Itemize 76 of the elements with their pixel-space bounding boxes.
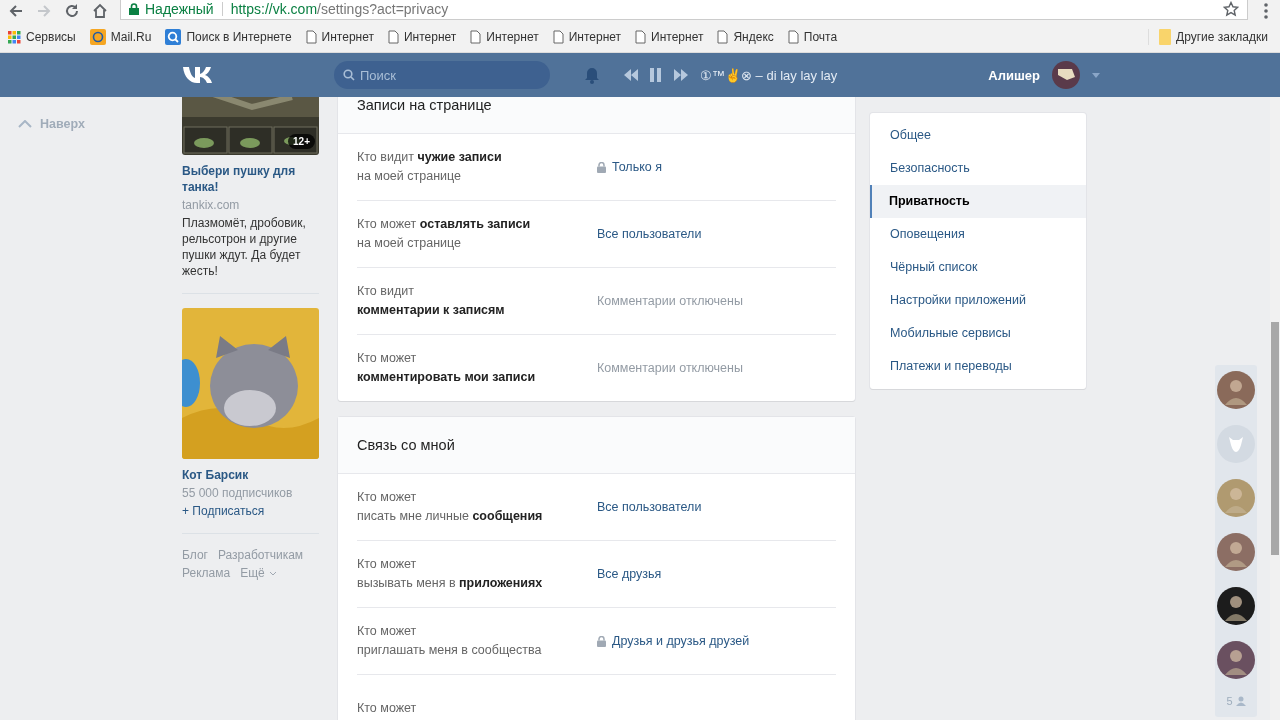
- lock-icon: [129, 2, 139, 15]
- search-field[interactable]: Поиск: [334, 61, 550, 89]
- subscribe-link[interactable]: + Подписаться: [182, 503, 319, 519]
- back-icon[interactable]: [8, 3, 24, 19]
- logo-icon[interactable]: [182, 65, 214, 85]
- bookmark[interactable]: Mail.Ru: [89, 29, 152, 45]
- bookmark[interactable]: Поиск в Интернете: [165, 29, 292, 45]
- menu-item[interactable]: Чёрный список: [870, 251, 1086, 284]
- scrollbar[interactable]: [1270, 97, 1280, 720]
- menu-item[interactable]: Общее: [870, 119, 1086, 152]
- setting-label: Кто может комментировать мои записи: [357, 350, 537, 386]
- page-icon: [305, 30, 317, 44]
- setting-value: Комментарии отключены: [597, 294, 743, 308]
- setting-label: Кто может вызывать меня в приложениях: [357, 556, 544, 592]
- bookmark[interactable]: Интернет: [305, 30, 374, 44]
- chevron-up-icon: [18, 120, 32, 128]
- person-icon: [1235, 696, 1246, 706]
- reload-icon[interactable]: [64, 3, 80, 19]
- caret-icon[interactable]: [1092, 72, 1100, 78]
- secure-label: Надежный: [145, 0, 214, 17]
- setting-label: Кто видит комментарии к записям: [357, 283, 506, 319]
- pause-icon[interactable]: [650, 68, 662, 82]
- bookmark[interactable]: Интернет: [470, 30, 539, 44]
- caret-icon: [268, 570, 277, 576]
- menu-item[interactable]: Безопасность: [870, 152, 1086, 185]
- bookmark[interactable]: Интернет: [635, 30, 704, 44]
- user-name[interactable]: Алишер: [988, 67, 1040, 83]
- setting-value[interactable]: Друзья и друзья друзей: [597, 634, 750, 648]
- search-icon: [165, 29, 182, 45]
- friend-avatar[interactable]: [1217, 587, 1255, 625]
- bookmark[interactable]: Сервисы: [8, 30, 76, 44]
- setting-label: Кто видит чужие записи на моей странице: [357, 149, 503, 185]
- setting-label: Кто может приглашать меня в сообщества: [357, 623, 543, 659]
- home-icon[interactable]: [92, 3, 108, 19]
- star-icon[interactable]: [1223, 0, 1239, 17]
- page-icon: [552, 30, 564, 44]
- menu-item[interactable]: Настройки приложений: [870, 284, 1086, 317]
- page-icon: [470, 30, 482, 44]
- menu-item[interactable]: Оповещения: [870, 218, 1086, 251]
- scrollbar-thumb[interactable]: [1271, 322, 1279, 555]
- folder-icon: [1159, 29, 1172, 45]
- page-icon: [635, 30, 647, 44]
- setting-value[interactable]: Все пользователи: [597, 500, 702, 514]
- bookmark[interactable]: Яндекс: [717, 30, 774, 44]
- page-icon: [387, 30, 399, 44]
- previous-icon[interactable]: [624, 69, 638, 81]
- bookmark-folder[interactable]: Другие закладки: [1148, 29, 1268, 45]
- bookmark[interactable]: Интернет: [387, 30, 457, 44]
- bookmark[interactable]: Интернет: [552, 30, 622, 44]
- ad-domain: tankix.com: [182, 197, 241, 213]
- page-icon: [717, 30, 729, 44]
- setting-value[interactable]: Только я: [597, 160, 662, 174]
- setting-label: Кто может: [357, 699, 418, 717]
- setting-value[interactable]: Все пользователи: [597, 227, 702, 241]
- setting-label: Кто может писать мне личные сообщения: [357, 489, 544, 525]
- menu-item[interactable]: Приватность: [870, 185, 1086, 218]
- menu-icon[interactable]: [1264, 3, 1268, 19]
- next-icon[interactable]: [674, 69, 688, 81]
- bookmark[interactable]: Почта: [787, 30, 838, 44]
- section-title: Записи на странице: [357, 97, 492, 113]
- ad-text: Плазмомёт, дробовик, рельсотрон и другие пушки ждут. Да будет жесть!: [182, 215, 307, 279]
- subscriber-count: 55 000 подписчиков: [182, 485, 294, 501]
- ad-title[interactable]: Выбери пушку для танка!: [182, 163, 319, 195]
- track-title[interactable]: ①™✌⊗ – di lay lay lay: [700, 67, 838, 83]
- section-title: Связь со мной: [357, 437, 455, 453]
- setting-value: Комментарии отключены: [597, 361, 743, 375]
- setting-value[interactable]: Все друзья: [597, 567, 662, 581]
- apps-grid-icon: [8, 30, 21, 44]
- url-text: https://vk.com/settings?act=privacy: [230, 0, 449, 17]
- page-icon: [787, 30, 799, 44]
- group-title[interactable]: Кот Барсик: [182, 467, 319, 483]
- address-bar[interactable]: Надежный https://vk.com/settings?act=privacy: [120, 0, 1248, 20]
- setting-label: Кто может оставлять записи на моей странице: [357, 216, 532, 252]
- avatar[interactable]: [1052, 61, 1080, 89]
- menu-item[interactable]: Мобильные сервисы: [870, 317, 1086, 350]
- menu-item[interactable]: Платежи и переводы: [870, 350, 1086, 383]
